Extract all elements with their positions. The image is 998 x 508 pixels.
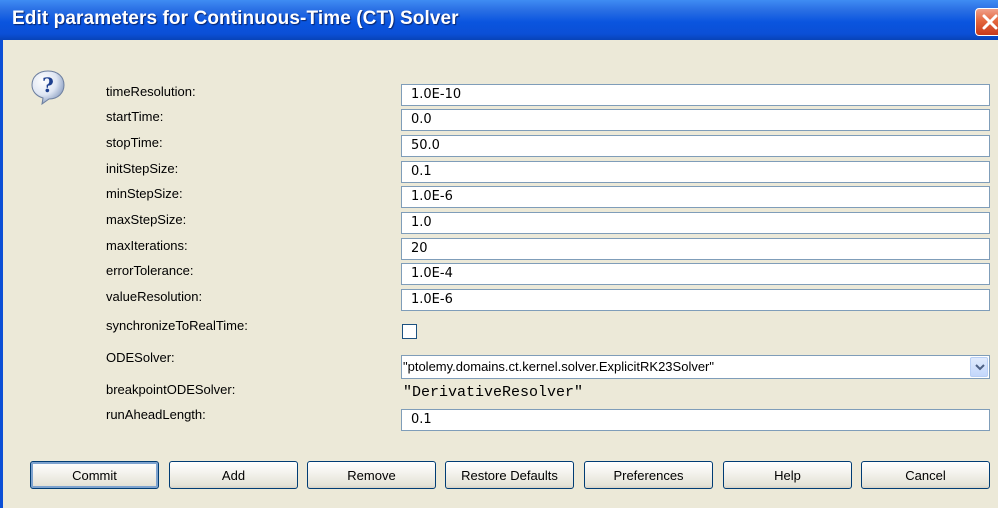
ODESolver-select[interactable]: "ptolemy.domains.ct.kernel.solver.Explic… — [401, 355, 990, 379]
preferences-button[interactable]: Preferences — [584, 461, 713, 489]
initStepSize-field[interactable]: 0.1 — [401, 161, 990, 183]
help-button[interactable]: Help — [723, 461, 852, 489]
maxIterations-field[interactable]: 20 — [401, 238, 990, 260]
param-label-stopTime: stopTime: — [106, 135, 163, 150]
question-icon: ? — [31, 70, 65, 105]
maxStepSize-field[interactable]: 1.0 — [401, 212, 990, 234]
close-icon — [982, 14, 998, 30]
param-label-maxStepSize: maxStepSize: — [106, 212, 187, 227]
param-label-breakpointODESolver: breakpointODESolver: — [106, 382, 236, 397]
title-bar[interactable]: Edit parameters for Continuous-Time (CT)… — [0, 0, 998, 40]
synchronizeToRealTime-checkbox[interactable] — [402, 324, 417, 339]
param-label-synchronizeToRealTime: synchronizeToRealTime: — [106, 318, 248, 333]
close-button[interactable] — [975, 8, 998, 36]
param-label-timeResolution: timeResolution: — [106, 84, 196, 99]
stopTime-field[interactable]: 50.0 — [401, 135, 990, 157]
runAheadLength-field[interactable]: 0.1 — [401, 409, 990, 431]
errorTolerance-field[interactable]: 1.0E-4 — [401, 263, 990, 285]
param-label-runAheadLength: runAheadLength: — [106, 407, 206, 422]
param-label-valueResolution: valueResolution: — [106, 289, 203, 304]
param-label-ODESolver: ODESolver: — [106, 350, 175, 365]
svg-text:?: ? — [42, 73, 54, 97]
minStepSize-field[interactable]: 1.0E-6 — [401, 186, 990, 208]
breakpointODESolver-value: "DerivativeResolver" — [403, 384, 584, 401]
param-label-minStepSize: minStepSize: — [106, 186, 183, 201]
param-label-initStepSize: initStepSize: — [106, 161, 179, 176]
ODESolver-selected-value: "ptolemy.domains.ct.kernel.solver.Explic… — [403, 359, 715, 374]
cancel-button[interactable]: Cancel — [861, 461, 990, 489]
commit-button[interactable]: Commit — [30, 461, 159, 489]
param-label-startTime: startTime: — [106, 109, 164, 124]
window-title: Edit parameters for Continuous-Time (CT)… — [12, 8, 459, 29]
param-label-errorTolerance: errorTolerance: — [106, 263, 194, 278]
chevron-down-icon — [975, 364, 985, 371]
ODESolver-dropdown-button[interactable] — [970, 357, 988, 377]
restore-defaults-button[interactable]: Restore Defaults — [445, 461, 574, 489]
add-button[interactable]: Add — [169, 461, 298, 489]
param-label-maxIterations: maxIterations: — [106, 238, 188, 253]
remove-button[interactable]: Remove — [307, 461, 436, 489]
valueResolution-field[interactable]: 1.0E-6 — [401, 289, 990, 311]
startTime-field[interactable]: 0.0 — [401, 109, 990, 131]
timeResolution-field[interactable]: 1.0E-10 — [401, 84, 990, 106]
